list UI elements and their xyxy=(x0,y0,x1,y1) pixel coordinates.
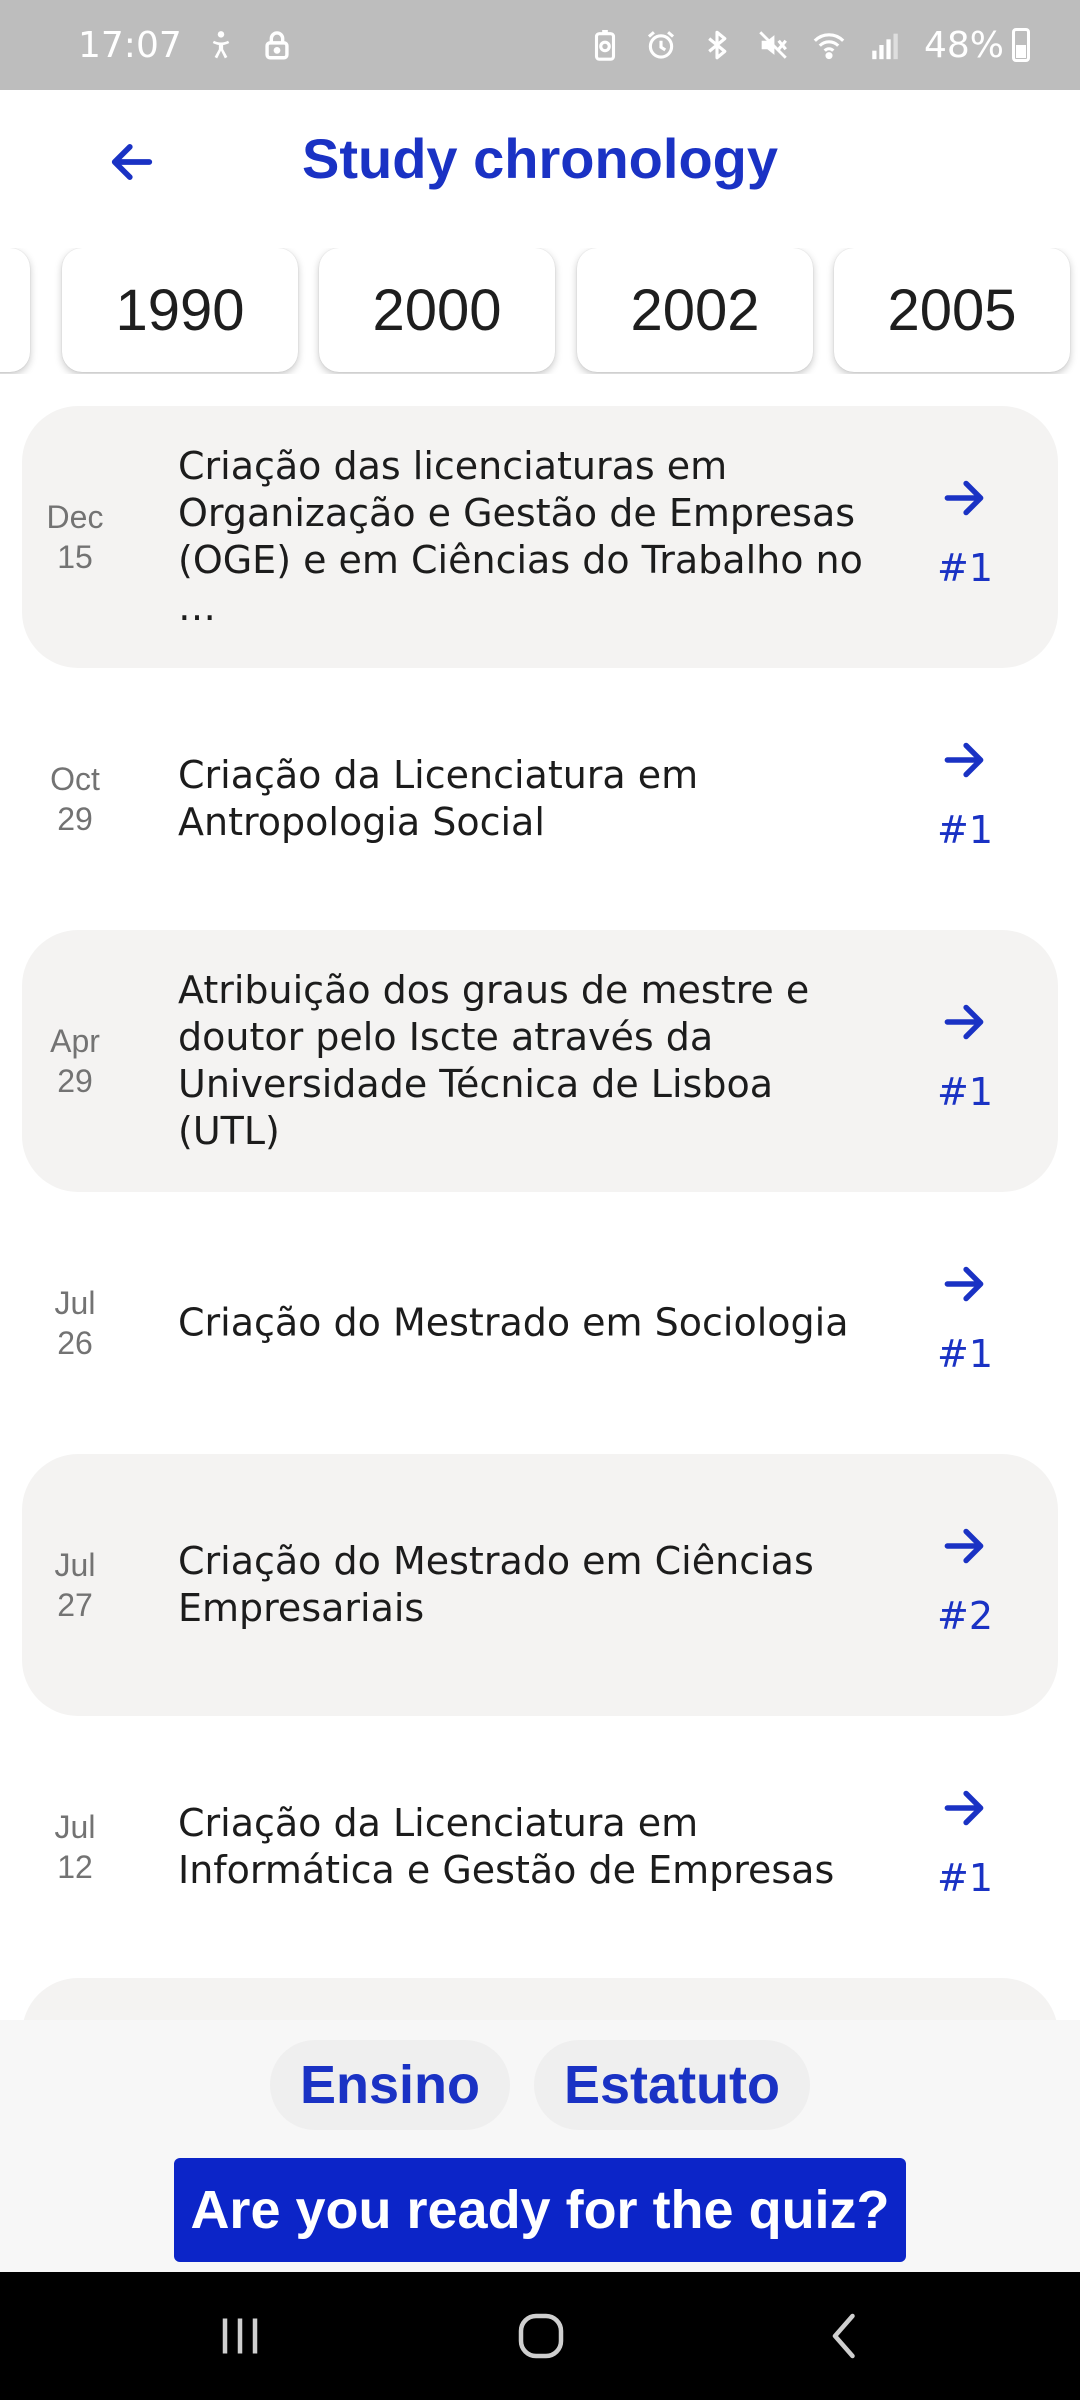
event-badge: #1 xyxy=(936,1070,994,1114)
event-item[interactable]: Jul 27 Criação do Mestrado em Ciências E… xyxy=(22,1454,1058,1716)
status-bar: 17:07 48% xyxy=(0,0,1080,90)
event-date: Dec 15 xyxy=(22,497,128,577)
battery-saver-icon xyxy=(588,28,622,62)
open-event-button[interactable] xyxy=(934,1778,994,1838)
page-title: Study chronology xyxy=(302,127,778,190)
bottom-panel: Ensino Estatuto Are you ready for the qu… xyxy=(0,2020,1080,2272)
event-date: Oct 29 xyxy=(22,759,128,839)
event-text: Criação da Licenciatura em Antropologia … xyxy=(178,753,699,844)
event-badge: #1 xyxy=(936,808,994,852)
bluetooth-icon xyxy=(700,28,734,62)
event-day: 12 xyxy=(57,1849,93,1885)
event-month: Jul xyxy=(54,1547,96,1583)
event-date: Jul 12 xyxy=(22,1807,128,1887)
open-event-button[interactable] xyxy=(934,730,994,790)
filter-estatuto[interactable]: Estatuto xyxy=(534,2040,810,2130)
status-time: 17:07 xyxy=(78,24,182,66)
event-date: Jul 27 xyxy=(22,1545,128,1625)
battery-indicator: 48% xyxy=(924,25,1030,66)
nav-back-button[interactable] xyxy=(815,2306,875,2366)
event-item[interactable]: Oct 29 Criação da Licenciatura em Antrop… xyxy=(22,668,1058,930)
event-day: 26 xyxy=(57,1325,93,1361)
wifi-icon xyxy=(812,28,846,62)
arrow-right-icon xyxy=(944,1528,984,1564)
quiz-button[interactable]: Are you ready for the quiz? xyxy=(174,2158,906,2262)
year-chip[interactable]: 2000 xyxy=(319,248,555,372)
event-month: Jul xyxy=(54,1285,96,1321)
event-day: 29 xyxy=(57,801,93,837)
event-text: Criação do Mestrado em Sociologia xyxy=(178,1300,849,1345)
app-header: Study chronology xyxy=(0,90,1080,235)
event-month: Oct xyxy=(50,761,100,797)
event-badge: #2 xyxy=(936,1594,994,1638)
event-badge: #1 xyxy=(936,1856,994,1900)
event-badge: #1 xyxy=(936,1332,994,1376)
event-month: Jul xyxy=(54,1809,96,1845)
event-item[interactable]: Jul 26 Criação do Mestrado em Sociologia… xyxy=(22,1192,1058,1454)
open-event-button[interactable] xyxy=(934,992,994,1052)
lock-icon xyxy=(260,28,294,62)
event-item-partial[interactable] xyxy=(22,1978,1058,2020)
arrow-right-icon xyxy=(944,1266,984,1302)
event-month: Apr xyxy=(50,1023,100,1059)
event-date: Jul 26 xyxy=(22,1283,128,1363)
event-date: Apr 29 xyxy=(22,1021,128,1101)
year-chip[interactable]: 2005 xyxy=(834,248,1070,372)
year-selector[interactable]: 1990 2000 2002 2005 xyxy=(0,248,1080,374)
event-day: 27 xyxy=(57,1587,93,1623)
arrow-right-icon xyxy=(944,742,984,778)
mute-icon xyxy=(756,28,790,62)
alarm-icon xyxy=(644,28,678,62)
status-right: 48% xyxy=(588,25,1030,66)
status-left: 17:07 xyxy=(78,25,294,66)
battery-percent: 48% xyxy=(923,24,1004,66)
system-nav-bar xyxy=(0,2272,1080,2400)
filter-ensino[interactable]: Ensino xyxy=(269,2040,510,2130)
event-text: Criação do Mestrado em Ciências Empresar… xyxy=(178,1539,814,1630)
event-day: 15 xyxy=(57,539,93,575)
event-day: 29 xyxy=(57,1063,93,1099)
event-badge: #1 xyxy=(936,546,994,590)
filter-chips: Ensino Estatuto xyxy=(0,2040,1080,2130)
event-month: Dec xyxy=(46,499,104,535)
event-text: Criação da Licenciatura em Informática e… xyxy=(178,1801,835,1892)
arrow-right-icon xyxy=(944,1790,984,1826)
year-chip[interactable]: 1990 xyxy=(62,248,298,372)
home-button[interactable] xyxy=(511,2306,571,2366)
recent-apps-button[interactable] xyxy=(210,2306,270,2366)
event-list[interactable]: Dec 15 Criação das licenciaturas em Orga… xyxy=(0,404,1080,2020)
year-chip-previous[interactable] xyxy=(0,248,30,372)
event-item[interactable]: Jul 12 Criação da Licenciatura em Inform… xyxy=(22,1716,1058,1978)
home-icon xyxy=(518,2313,564,2359)
open-event-button[interactable] xyxy=(934,1516,994,1576)
arrow-right-icon xyxy=(944,480,984,516)
arrow-right-icon xyxy=(944,1004,984,1040)
accessibility-icon xyxy=(204,28,238,62)
signal-icon xyxy=(868,28,902,62)
battery-icon xyxy=(1012,28,1030,62)
event-item[interactable]: Dec 15 Criação das licenciaturas em Orga… xyxy=(22,406,1058,668)
event-item[interactable]: Apr 29 Atribuição dos graus de mestre e … xyxy=(22,930,1058,1192)
year-chip[interactable]: 2002 xyxy=(577,248,813,372)
open-event-button[interactable] xyxy=(934,1254,994,1314)
recent-apps-icon xyxy=(222,2318,258,2354)
event-text: Atribuição dos graus de mestre e doutor … xyxy=(178,968,810,1153)
event-text: Criação das licenciaturas em Organização… xyxy=(178,444,863,629)
back-icon xyxy=(832,2313,855,2359)
open-event-button[interactable] xyxy=(934,468,994,528)
